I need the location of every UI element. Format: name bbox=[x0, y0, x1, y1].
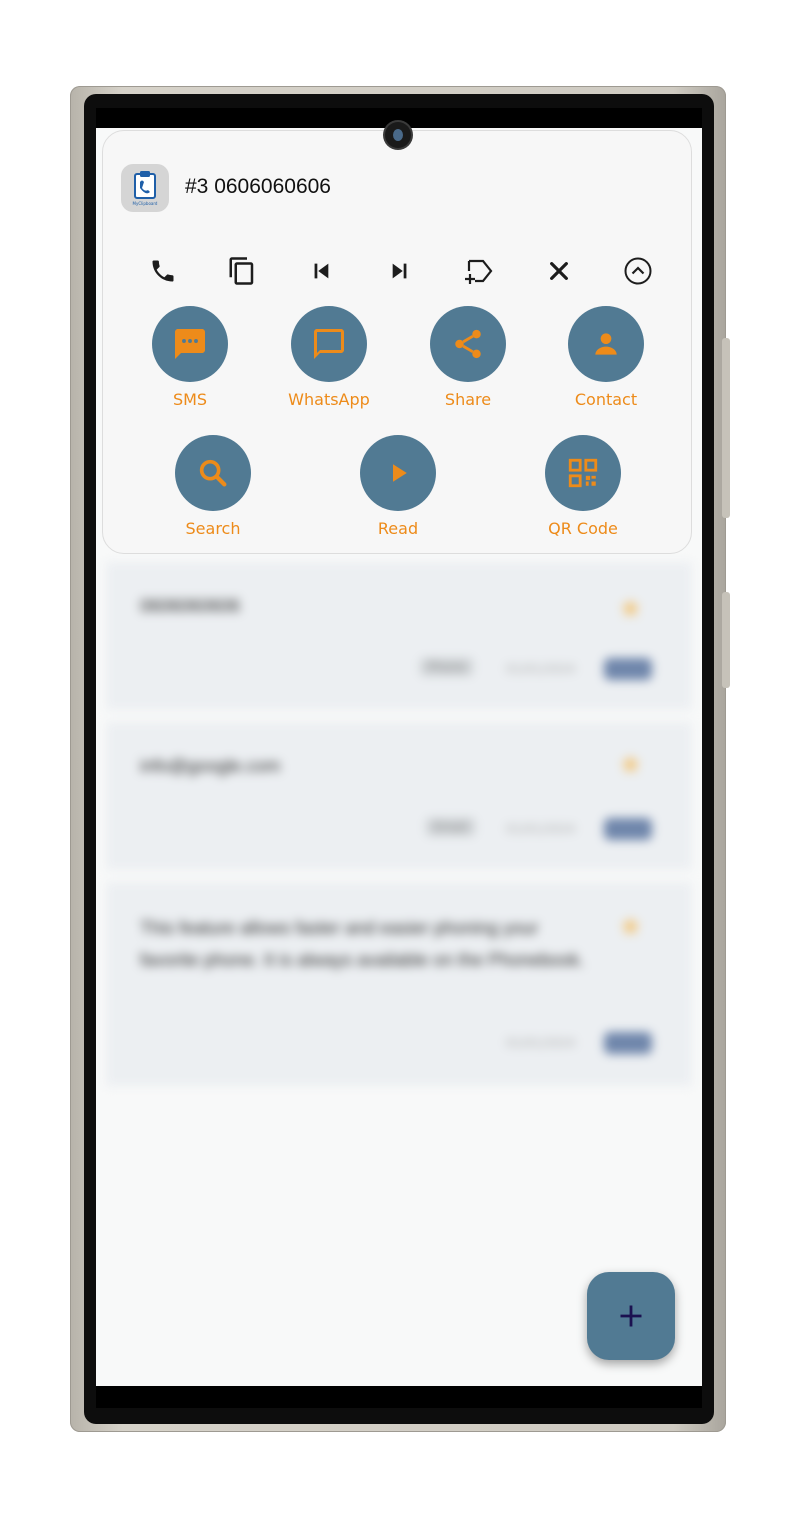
copy-button[interactable] bbox=[604, 818, 652, 840]
svg-text:MyClipboard: MyClipboard bbox=[133, 201, 158, 206]
chat-bubble-icon bbox=[291, 306, 367, 382]
play-icon bbox=[360, 435, 436, 511]
list-item-text: info@google.com bbox=[140, 756, 281, 776]
person-icon bbox=[568, 306, 644, 382]
add-button[interactable] bbox=[587, 1272, 675, 1360]
add-label-icon[interactable] bbox=[459, 251, 499, 291]
skip-previous-icon[interactable] bbox=[301, 251, 341, 291]
list-item-text: This feature allows faster and easier ph… bbox=[140, 918, 585, 970]
star-icon[interactable]: ★ bbox=[619, 912, 642, 942]
sms-icon bbox=[152, 306, 228, 382]
list-item[interactable]: 0606060606 ★ Phone 01/01/2024 bbox=[106, 562, 692, 710]
screen: 0606060606 ★ Phone 01/01/2024 info@googl… bbox=[96, 108, 702, 1408]
contact-label: Contact bbox=[574, 390, 638, 409]
front-camera bbox=[385, 122, 411, 148]
app-icon: MyClipboard bbox=[121, 164, 169, 212]
qr-code-icon bbox=[545, 435, 621, 511]
read-button[interactable]: Read bbox=[338, 435, 458, 538]
clipboard-logo-icon: MyClipboard bbox=[133, 171, 158, 206]
type-chip: Email bbox=[426, 818, 476, 836]
sms-label: SMS bbox=[172, 390, 208, 409]
search-icon bbox=[175, 435, 251, 511]
skip-next-icon[interactable] bbox=[380, 251, 420, 291]
clip-title: #3 0606060606 bbox=[185, 175, 331, 198]
list-item[interactable]: This feature allows faster and easier ph… bbox=[106, 882, 692, 1086]
list-item-text: 0606060606 bbox=[140, 596, 241, 616]
search-label: Search bbox=[185, 519, 241, 538]
toolbar bbox=[103, 251, 693, 291]
copy-icon[interactable] bbox=[222, 251, 262, 291]
list-item-date: 01/01/2024 bbox=[506, 662, 576, 676]
qr-code-button[interactable]: QR Code bbox=[523, 435, 643, 538]
copy-button[interactable] bbox=[604, 1032, 652, 1054]
share-label: Share bbox=[444, 390, 492, 409]
copy-button[interactable] bbox=[604, 658, 652, 680]
volume-button bbox=[722, 338, 730, 518]
whatsapp-label: WhatsApp bbox=[288, 390, 370, 409]
list-item[interactable]: info@google.com ★ Email 01/01/2024 bbox=[106, 722, 692, 870]
share-button[interactable]: Share bbox=[408, 306, 528, 409]
sms-button[interactable]: SMS bbox=[130, 306, 250, 409]
plus-icon bbox=[620, 1305, 642, 1327]
star-icon[interactable]: ★ bbox=[619, 750, 642, 780]
power-button bbox=[722, 592, 730, 688]
clipboard-list: 0606060606 ★ Phone 01/01/2024 info@googl… bbox=[106, 562, 692, 1098]
phone-icon[interactable] bbox=[143, 251, 183, 291]
search-button[interactable]: Search bbox=[153, 435, 273, 538]
share-icon bbox=[430, 306, 506, 382]
collapse-up-icon[interactable] bbox=[618, 251, 658, 291]
navigation-bar bbox=[96, 1386, 702, 1408]
read-label: Read bbox=[377, 519, 419, 538]
close-icon[interactable] bbox=[539, 251, 579, 291]
qr-code-label: QR Code bbox=[548, 519, 618, 538]
whatsapp-button[interactable]: WhatsApp bbox=[269, 306, 389, 409]
list-item-date: 01/01/2024 bbox=[506, 1036, 576, 1050]
quick-actions-card: MyClipboard #3 0606060606 SMS WhatsApp S… bbox=[102, 130, 692, 554]
list-item-date: 01/01/2024 bbox=[506, 822, 576, 836]
star-icon[interactable]: ★ bbox=[619, 594, 642, 624]
type-chip: Phone bbox=[420, 658, 474, 676]
contact-button[interactable]: Contact bbox=[546, 306, 666, 409]
